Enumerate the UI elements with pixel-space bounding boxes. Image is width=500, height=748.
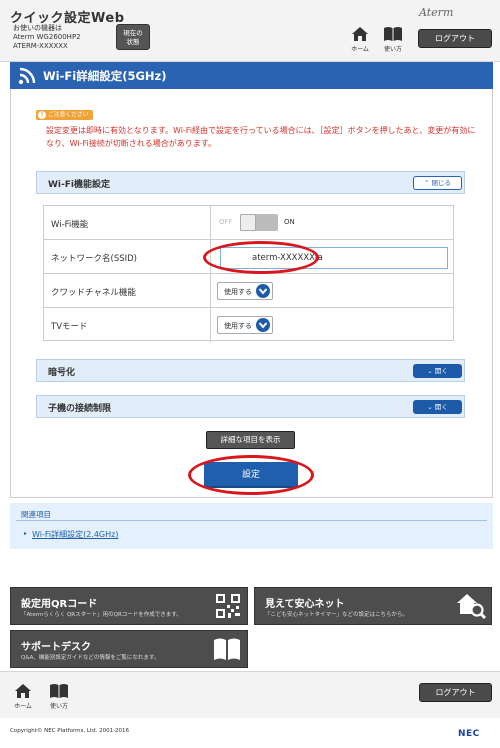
qr-code-icon [216,594,240,618]
chevron-up-icon: ⌃ [423,179,430,187]
logout-button-bottom[interactable]: ログアウト [419,683,492,702]
home-icon [15,684,31,698]
safety-tile-title: 見えて安心ネット [265,599,345,610]
caution-badge: ! ご注意ください [36,110,93,120]
status-button-line1: 現在の [123,29,143,37]
help-button[interactable]: 使い方 [382,26,404,53]
footer-help-label: 使い方 [49,703,68,710]
switch-off-label: OFF [219,218,233,226]
nec-logo: NEC [458,729,480,739]
house-magnifier-icon [457,594,487,620]
wifi-section-title: Wi-Fi機能設定 [48,180,110,190]
tv-mode-value: 使用する [224,322,252,330]
help-label: 使い方 [383,46,402,53]
support-tile-title: サポートデスク [21,642,91,653]
safety-net-tile[interactable]: 見えて安心ネット 「こども安心ネットタイマー」などの設定はこちらから。 [254,587,492,625]
tv-mode-select[interactable]: 使用する [217,316,273,334]
footer-help-button[interactable]: 使い方 [48,683,70,710]
ssid-label: ネットワーク名(SSID) [51,254,137,264]
chevron-down-icon: ⌄ [427,367,433,375]
qr-code-tile[interactable]: 設定用QRコード 「Atermらくらく QRスタート」用のQRコードを作成できま… [10,587,248,625]
footer-home-label: ホーム [14,703,32,710]
arrow-right-icon: ▸ [24,530,28,537]
caution-text: 設定変更は即時に有効となります。Wi-Fi経由で設定を行っている場合には、［設定… [46,126,476,148]
device-label: お使いの機器は [13,24,62,32]
submit-highlight-ellipse [188,455,314,495]
page-title: Wi-Fi詳細設定(5GHz) [43,69,167,83]
page-title-bar: Wi-Fi詳細設定(5GHz) [10,62,493,89]
wifi-function-label: Wi-Fi機能 [51,220,89,230]
restriction-section-title: 子機の接続制限 [48,404,112,414]
wifi-section-header: Wi-Fi機能設定 ⌃ 閉じる [36,171,465,194]
status-button-line2: 状態 [126,38,140,46]
related-items-panel: 関連項目 ▸ Wi-Fi詳細設定(2.4GHz) [10,503,493,549]
book-icon [50,684,68,698]
switch-on-label: ON [284,218,295,226]
book-icon [214,638,240,660]
support-tile-subtitle: Q&A、機能別設定ガイドなどの情報をご覧になれます。 [21,655,160,661]
encryption-section-header[interactable]: 暗号化 ⌄ 開く [36,359,465,382]
wifi-toggle-knob[interactable] [240,214,256,231]
quad-channel-label: クワッドチャネル機能 [51,288,136,298]
device-model: Aterm WG2600HP2 [13,33,81,41]
restriction-section-header[interactable]: 子機の接続制限 ⌄ 開く [36,395,465,418]
logout-button-top[interactable]: ログアウト [418,29,492,48]
quad-channel-value: 使用する [224,288,252,296]
copyright-text: Copyright© NEC Platforms, Ltd. 2001-2016 [10,728,130,734]
exclamation-icon: ! [38,111,46,119]
encryption-section-title: 暗号化 [48,368,76,378]
aterm-logo: Aterm [419,6,454,19]
restriction-open-button[interactable]: ⌄ 開く [413,400,462,414]
related-link-24ghz[interactable]: Wi-Fi詳細設定(2.4GHz) [32,529,118,540]
encryption-open-button[interactable]: ⌄ 開く [413,364,462,378]
show-detail-button[interactable]: 詳細な項目を表示 [206,431,295,449]
current-status-button[interactable]: 現在の 状態 [116,24,150,50]
chevron-down-icon: ⌄ [427,403,433,411]
device-info: お使いの機器は Aterm WG2600HP2 ATERM-XXXXXX [13,24,81,51]
safety-tile-subtitle: 「こども安心ネットタイマー」などの設定はこちらから。 [265,612,409,618]
home-label: ホーム [351,46,369,53]
tv-mode-label: TVモード [51,322,88,332]
support-desk-tile[interactable]: サポートデスク Q&A、機能別設定ガイドなどの情報をご覧になれます。 [10,630,248,668]
wifi-section-close-button[interactable]: ⌃ 閉じる [413,176,462,190]
device-name: ATERM-XXXXXX [13,42,68,50]
wifi-icon [18,67,36,85]
qr-tile-title: 設定用QRコード [21,599,98,610]
home-icon [352,27,368,41]
quad-channel-select[interactable]: 使用する [217,282,273,300]
qr-tile-subtitle: 「Atermらくらく QRスタート」用のQRコードを作成できます。 [21,612,182,618]
ssid-highlight-ellipse [203,241,319,274]
table-row: TVモード 使用する [44,308,453,342]
footer-home-button[interactable]: ホーム [12,683,34,710]
encryption-open-label: 開く [434,367,448,375]
caution-badge-label: ご注意ください [48,112,89,118]
table-row: クワッドチャネル機能 使用する [44,274,453,308]
chevron-down-icon [256,284,270,298]
header-bar: クイック設定Web お使いの機器は Aterm WG2600HP2 ATERM-… [0,0,500,62]
related-divider [16,520,487,521]
home-button[interactable]: ホーム [349,26,371,53]
chevron-down-icon [256,318,270,332]
restriction-open-label: 開く [434,403,448,411]
footer-bar: ホーム 使い方 ログアウト [0,671,500,718]
table-row: Wi-Fi機能 OFF ON [44,206,453,240]
book-icon [384,27,402,41]
wifi-section-close-label: 閉じる [431,179,452,187]
related-title: 関連項目 [21,510,51,519]
